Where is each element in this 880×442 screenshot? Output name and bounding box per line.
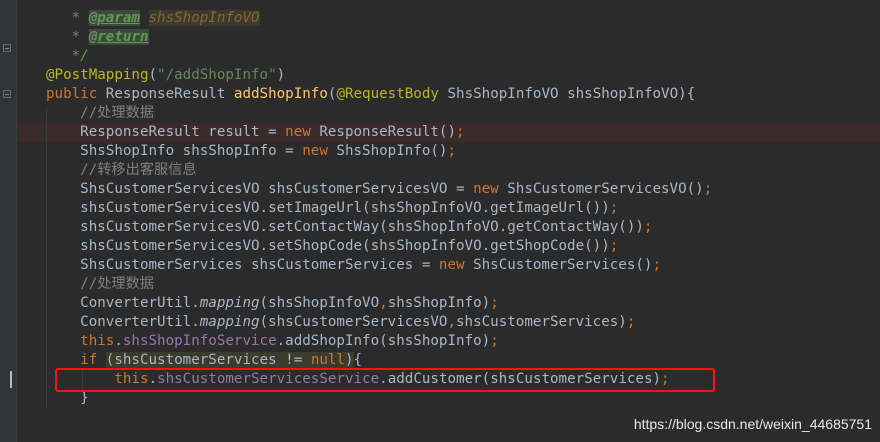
code-token: new	[302, 143, 337, 159]
code-token: null	[310, 352, 345, 368]
code-token: (shsCustomerServicesVO	[259, 314, 448, 330]
text-caret	[10, 371, 12, 388]
code-token: new	[473, 181, 508, 197]
fold-icon[interactable]	[3, 90, 11, 98]
code-token: addShopInfo	[233, 86, 328, 102]
code-token: @return	[88, 29, 149, 45]
code-line[interactable]: * @param shsShopInfoVO	[46, 9, 260, 28]
code-line[interactable]: ResponseResult result = new ResponseResu…	[46, 123, 465, 142]
code-line[interactable]: ShsShopInfo shsShopInfo = new ShsShopInf…	[46, 142, 456, 161]
code-line[interactable]: //处理数据	[46, 275, 154, 294]
code-line[interactable]: ConverterUtil.mapping(shsCustomerService…	[46, 313, 635, 332]
editor-gutter	[0, 0, 16, 442]
code-token: (	[148, 67, 158, 83]
code-token: ;	[626, 314, 636, 330]
code-token: shsShopInfo)	[387, 295, 491, 311]
code-token: .	[114, 333, 123, 349]
code-token: shsCustomerServices !=	[114, 352, 311, 368]
code-token: ,	[447, 314, 457, 330]
code-token: (shsShopInfoVO	[259, 295, 380, 311]
code-token: @RequestBody	[336, 86, 448, 102]
code-token: ;	[456, 124, 465, 140]
code-token: ResponseResult result =	[46, 124, 286, 140]
code-token: ResponseResult()	[319, 124, 457, 140]
code-line[interactable]: //处理数据	[46, 104, 154, 123]
code-line[interactable]: ConverterUtil.mapping(shsShopInfoVO,shsS…	[46, 294, 499, 313]
code-line[interactable]: shsCustomerServicesVO.setImageUrl(shsSho…	[46, 199, 618, 218]
code-token: ;	[643, 219, 653, 235]
code-token: //转移出客服信息	[46, 162, 197, 178]
code-token: new	[285, 124, 320, 140]
code-token: //处理数据	[46, 276, 154, 292]
code-line[interactable]: shsCustomerServicesVO.setShopCode(shsSho…	[46, 237, 618, 256]
code-token: ShsCustomerServices()	[473, 257, 653, 273]
code-line[interactable]: //转移出客服信息	[46, 161, 197, 180]
code-token: *	[46, 10, 89, 26]
code-token: @PostMapping	[46, 67, 149, 83]
code-token: ShsShopInfoVO shsShopInfoVO){	[447, 86, 696, 102]
code-token: ;	[652, 257, 662, 273]
code-token: ConverterUtil.	[46, 295, 200, 311]
code-token: @param	[88, 10, 140, 26]
code-token: ;	[609, 200, 619, 216]
code-token: new	[438, 257, 474, 273]
code-token: ;	[609, 238, 619, 254]
code-token: ShsCustomerServices shsCustomerServices …	[46, 257, 439, 273]
code-token: ;	[490, 295, 499, 311]
code-line[interactable]: shsCustomerServicesVO.setContactWay(shsS…	[46, 218, 652, 237]
code-token: ShsCustomerServicesVO shsCustomerService…	[46, 181, 474, 197]
watermark: https://blog.csdn.net/weixin_44685751	[633, 416, 872, 432]
code-token: ShsShopInfo()	[336, 143, 448, 159]
fold-icon[interactable]	[3, 44, 11, 52]
code-token: ConverterUtil.	[46, 314, 200, 330]
code-token: //处理数据	[46, 105, 154, 121]
gutter-separator	[16, 0, 17, 442]
code-token: )	[344, 352, 354, 368]
code-token: {	[353, 352, 363, 368]
code-token: shsCustomerServicesVO.setImageUrl(shsSho…	[46, 200, 610, 216]
code-token: ResponseResult	[105, 86, 234, 102]
code-token: shsShopInfoService	[122, 333, 277, 349]
code-token: ;	[490, 333, 499, 349]
code-line[interactable]: @PostMapping("/addShopInfo")	[46, 66, 285, 85]
code-token: ShsCustomerServicesVO()	[507, 181, 704, 197]
code-token: shsCustomerServices)	[456, 314, 627, 330]
code-token: "/addShopInfo"	[157, 67, 277, 83]
code-token: if	[80, 352, 106, 368]
code-token: ,	[379, 295, 388, 311]
code-token: mapping	[199, 295, 260, 311]
code-token: }	[46, 390, 89, 406]
code-token: )	[276, 67, 286, 83]
code-line[interactable]: ShsCustomerServicesVO shsCustomerService…	[46, 180, 712, 199]
code-token: shsCustomerServicesVO.setContactWay(shsS…	[46, 219, 644, 235]
code-token: mapping	[199, 314, 260, 330]
code-token: .addShopInfo(shsShopInfo)	[276, 333, 491, 349]
code-token: *	[46, 29, 89, 45]
code-line[interactable]: */	[46, 47, 89, 66]
code-line[interactable]: this.shsShopInfoService.addShopInfo(shsS…	[46, 332, 499, 351]
code-line[interactable]: public ResponseResult addShopInfo(@Reque…	[46, 85, 695, 104]
code-token: this	[80, 333, 115, 349]
highlight-rectangle	[55, 368, 715, 392]
code-token: ShsShopInfo shsShopInfo =	[46, 143, 303, 159]
code-token: shsCustomerServicesVO.setShopCode(shsSho…	[46, 238, 610, 254]
code-token: ;	[703, 181, 713, 197]
code-token: public	[46, 86, 106, 102]
code-line[interactable]: * @return	[46, 28, 149, 47]
code-token: */	[46, 48, 89, 64]
code-line[interactable]: ShsCustomerServices shsCustomerServices …	[46, 256, 661, 275]
code-token: shsShopInfoVO	[148, 10, 260, 26]
code-token: ;	[447, 143, 457, 159]
